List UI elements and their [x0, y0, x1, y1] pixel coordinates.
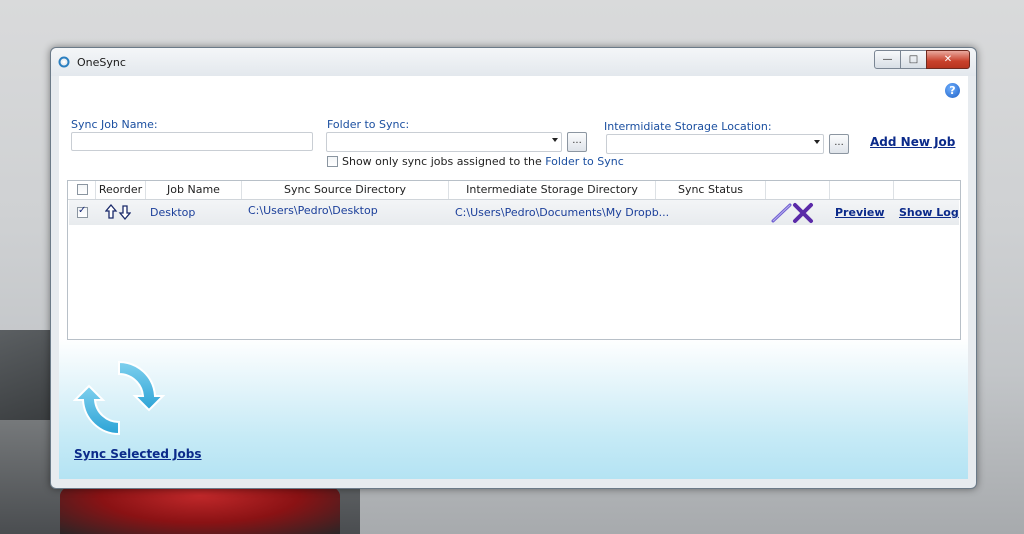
sync-selected-jobs-link[interactable]: Sync Selected Jobs — [74, 447, 202, 461]
main-content: ? Sync Job Name: Folder to Sync: ... Sho… — [59, 76, 968, 479]
chevron-down-icon — [552, 138, 558, 142]
header-status: Sync Status — [656, 181, 766, 199]
title-bar[interactable]: OneSync — □ ✕ — [51, 48, 976, 76]
job-name-label: Sync Job Name: — [71, 118, 158, 131]
maximize-button[interactable]: □ — [900, 50, 927, 69]
row-job-name: Desktop — [150, 206, 196, 219]
header-log — [894, 181, 960, 199]
grid-header: Reorder Job Name Sync Source Directory I… — [68, 181, 960, 200]
preview-link[interactable]: Preview — [835, 206, 885, 219]
window-controls: — □ ✕ — [874, 50, 970, 69]
close-button[interactable]: ✕ — [926, 50, 970, 69]
filter-checkbox[interactable] — [327, 156, 338, 167]
sync-icon[interactable] — [73, 352, 165, 444]
maximize-icon: □ — [908, 54, 919, 65]
filter-checkbox-label: Show only sync jobs assigned to the Fold… — [342, 155, 624, 168]
close-icon: ✕ — [943, 54, 953, 65]
storage-browse-button[interactable]: ... — [829, 134, 849, 154]
filter-prefix: Show only sync jobs assigned to the — [342, 155, 546, 168]
row-source: C:\Users\Pedro\Desktop — [248, 204, 378, 217]
header-source: Sync Source Directory — [242, 181, 449, 199]
add-new-job-link[interactable]: Add New Job — [870, 135, 955, 149]
storage-combo[interactable] — [606, 134, 824, 154]
header-storage: Intermediate Storage Directory — [449, 181, 656, 199]
move-down-icon[interactable] — [118, 205, 131, 220]
folder-browse-button[interactable]: ... — [567, 132, 587, 152]
help-icon[interactable]: ? — [945, 83, 960, 98]
header-select-all — [68, 181, 96, 199]
header-preview — [830, 181, 894, 199]
chevron-down-icon — [814, 140, 820, 144]
app-sync-icon — [58, 56, 70, 68]
filter-link: Folder to Sync — [545, 155, 624, 168]
folder-label: Folder to Sync: — [327, 118, 410, 131]
reorder-arrows — [105, 204, 131, 220]
delete-x-icon[interactable] — [792, 202, 814, 224]
table-row[interactable]: Desktop C:\Users\Pedro\Desktop C:\Users\… — [69, 200, 959, 225]
select-all-checkbox[interactable] — [77, 184, 88, 195]
move-up-icon[interactable] — [105, 204, 118, 219]
job-name-input[interactable] — [71, 132, 313, 151]
edit-pencil-icon[interactable] — [771, 203, 793, 223]
show-log-link[interactable]: Show Log — [899, 206, 959, 219]
row-checkbox[interactable] — [77, 205, 88, 218]
minimize-icon: — — [882, 54, 893, 65]
header-actions — [766, 181, 830, 199]
header-reorder: Reorder — [96, 181, 146, 199]
onesync-window: OneSync — □ ✕ ? Sync Job Name: Folder to… — [50, 47, 977, 489]
minimize-button[interactable]: — — [874, 50, 901, 69]
header-job-name: Job Name — [146, 181, 242, 199]
window-title: OneSync — [77, 56, 126, 69]
folder-combo[interactable] — [326, 132, 562, 152]
jobs-grid: Reorder Job Name Sync Source Directory I… — [67, 180, 961, 340]
row-storage: C:\Users\Pedro\Documents\My Dropb... — [455, 206, 670, 219]
storage-label: Intermidiate Storage Location: — [604, 120, 772, 133]
